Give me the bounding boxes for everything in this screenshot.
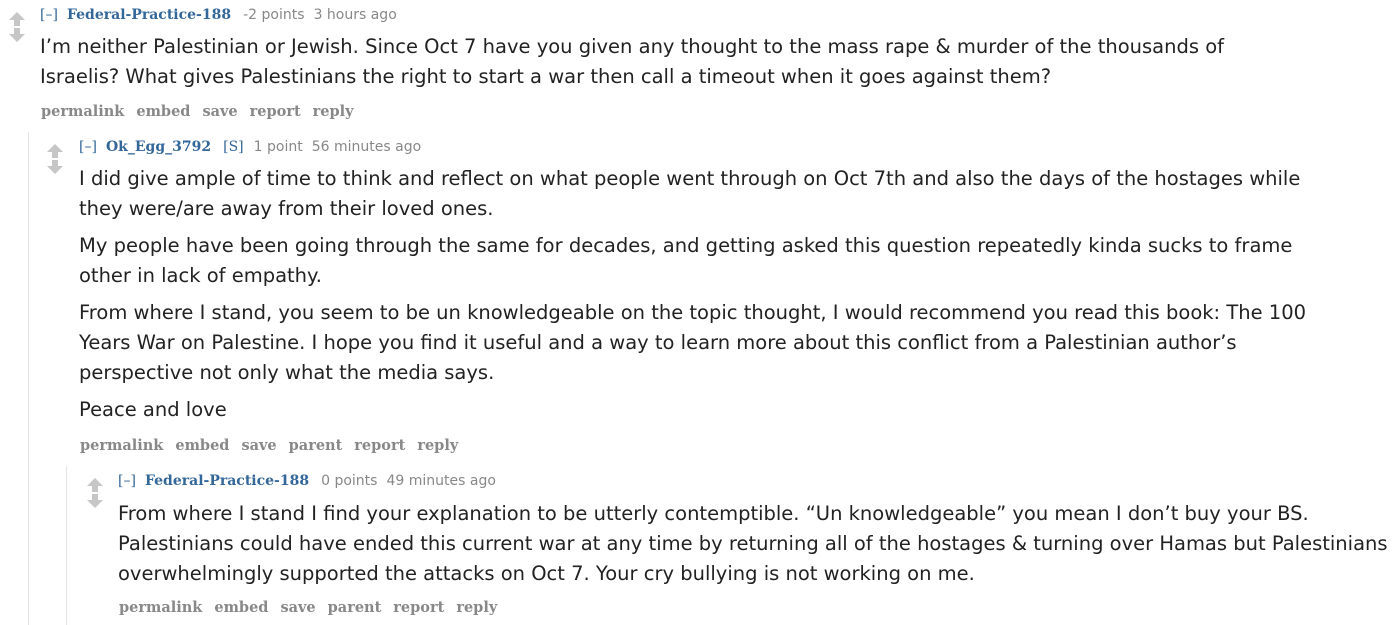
timestamp: 56 minutes ago <box>311 139 422 155</box>
reply-button[interactable]: reply <box>456 599 497 616</box>
comment-tagline: [–] Federal-Practice-188 -2 points 3 hou… <box>40 7 397 23</box>
collapse-toggle[interactable]: [–] <box>79 139 97 155</box>
collapse-toggle[interactable]: [–] <box>118 473 136 489</box>
upvote-arrow-icon[interactable] <box>47 144 63 158</box>
embed-button[interactable]: embed <box>214 599 268 616</box>
embed-button[interactable]: embed <box>175 437 229 454</box>
downvote-arrow-icon[interactable] <box>47 160 63 174</box>
comment-paragraph: I’m neither Palestinian or Jewish. Since… <box>40 35 1225 88</box>
comment-paragraph: From where I stand, you seem to be un kn… <box>79 301 1307 384</box>
reply-button[interactable]: reply <box>417 437 458 454</box>
upvote-arrow-icon[interactable] <box>9 12 25 26</box>
comment-paragraph: I did give ample of time to think and re… <box>79 167 1301 220</box>
permalink-button[interactable]: permalink <box>80 437 163 454</box>
vote-controls <box>83 478 107 508</box>
comment-actions: permalink embed save parent report reply <box>80 437 470 454</box>
comment-body: I’m neither Palestinian or Jewish. Since… <box>40 32 1300 99</box>
report-button[interactable]: report <box>250 103 301 120</box>
report-button[interactable]: report <box>354 437 405 454</box>
comment-body: I did give ample of time to think and re… <box>79 164 1339 432</box>
downvote-arrow-icon[interactable] <box>87 494 103 508</box>
vote-controls <box>43 144 67 174</box>
author-link[interactable]: Federal-Practice-188 <box>67 7 231 23</box>
collapse-toggle[interactable]: [–] <box>40 7 58 23</box>
timestamp: 49 minutes ago <box>386 473 496 489</box>
timestamp: 3 hours ago <box>313 7 397 23</box>
score: 1 point <box>253 139 303 155</box>
parent-button[interactable]: parent <box>328 599 382 616</box>
comment-3: [–] Federal-Practice-188 0 points 49 min… <box>66 466 1399 625</box>
parent-button[interactable]: parent <box>289 437 343 454</box>
comment-actions: permalink embed save report reply <box>41 103 366 120</box>
save-button[interactable]: save <box>280 599 315 616</box>
author-link[interactable]: Ok_Egg_3792 <box>106 139 211 155</box>
vote-controls <box>5 12 29 42</box>
permalink-button[interactable]: permalink <box>41 103 124 120</box>
comment-actions: permalink embed save parent report reply <box>119 599 509 616</box>
permalink-button[interactable]: permalink <box>119 599 202 616</box>
downvote-arrow-icon[interactable] <box>9 28 25 42</box>
comment-body: From where I stand I find your explanati… <box>118 499 1388 596</box>
comment-tagline: [–] Ok_Egg_3792 [S] 1 point 56 minutes a… <box>79 139 421 155</box>
report-button[interactable]: report <box>393 599 444 616</box>
comment-paragraph: From where I stand I find your explanati… <box>118 502 1388 585</box>
save-button[interactable]: save <box>241 437 276 454</box>
score: -2 points <box>243 7 305 23</box>
upvote-arrow-icon[interactable] <box>87 478 103 492</box>
submitter-badge: [S] <box>223 139 244 155</box>
comment-tagline: [–] Federal-Practice-188 0 points 49 min… <box>118 473 496 489</box>
score: 0 points <box>321 473 378 489</box>
comment-paragraph: My people have been going through the sa… <box>79 234 1293 287</box>
embed-button[interactable]: embed <box>136 103 190 120</box>
reply-button[interactable]: reply <box>313 103 354 120</box>
save-button[interactable]: save <box>202 103 237 120</box>
comment-paragraph: Peace and love <box>79 398 227 421</box>
author-link[interactable]: Federal-Practice-188 <box>145 473 309 489</box>
